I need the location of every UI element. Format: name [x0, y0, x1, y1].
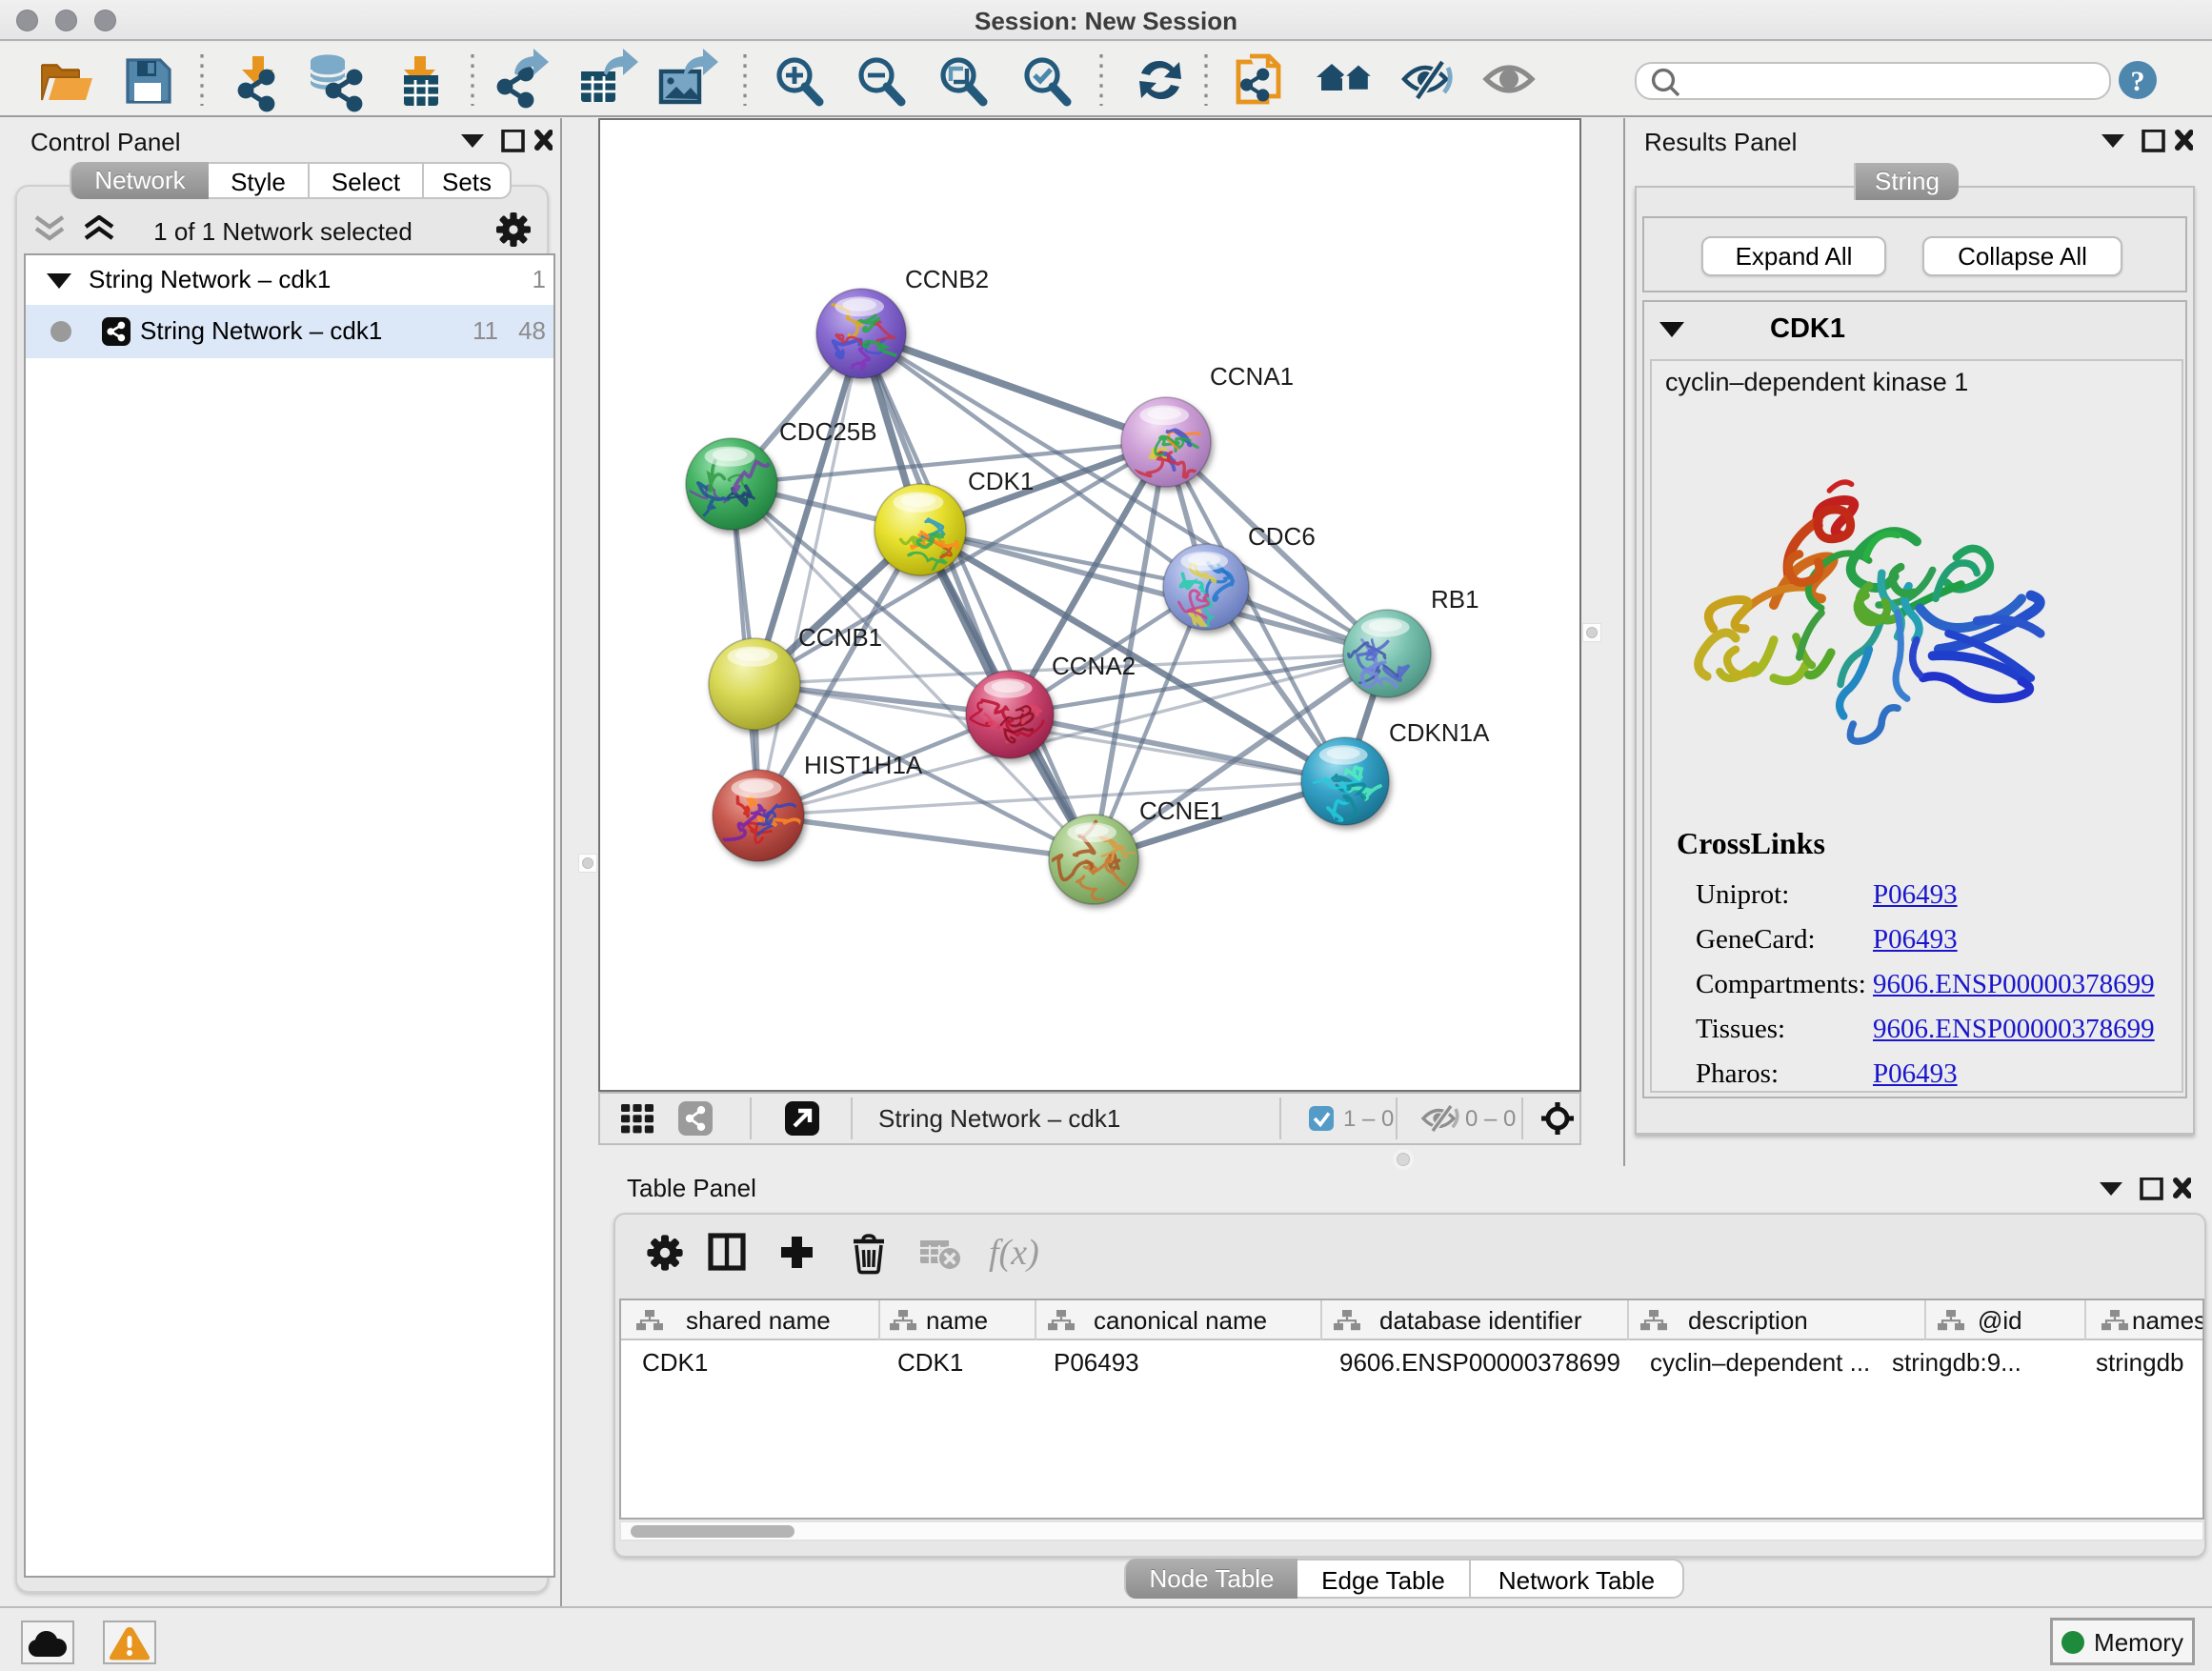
svg-text:HIST1H1A: HIST1H1A [804, 751, 923, 779]
svg-text:RB1: RB1 [1431, 585, 1479, 614]
svg-text:canonical name: canonical name [1094, 1306, 1267, 1335]
svg-text:CCNA2: CCNA2 [1052, 652, 1136, 680]
svg-text:database identifier: database identifier [1379, 1306, 1582, 1335]
svg-text:1 – 0: 1 – 0 [1343, 1106, 1394, 1132]
svg-text:String Network – cdk1: String Network – cdk1 [878, 1104, 1120, 1133]
svg-text:CCNB1: CCNB1 [798, 623, 882, 652]
svg-text:CDC25B: CDC25B [779, 417, 877, 446]
svg-text:CCNB2: CCNB2 [905, 265, 989, 293]
svg-text:shared name: shared name [686, 1306, 831, 1335]
svg-text:CCNE1: CCNE1 [1139, 796, 1223, 825]
svg-text:0 – 0: 0 – 0 [1465, 1106, 1516, 1132]
svg-text:f(x): f(x) [989, 1233, 1039, 1273]
svg-text:CDC6: CDC6 [1248, 522, 1316, 551]
svg-text:?: ? [2131, 66, 2145, 97]
svg-text:CDK1: CDK1 [968, 467, 1034, 495]
svg-text:namespace: namespace [2132, 1306, 2202, 1335]
svg-text:CCNA1: CCNA1 [1210, 362, 1294, 391]
svg-text:name: name [926, 1306, 988, 1335]
svg-text:description: description [1688, 1306, 1808, 1335]
svg-text:CDKN1A: CDKN1A [1389, 718, 1490, 747]
svg-text:@id: @id [1978, 1306, 2022, 1335]
